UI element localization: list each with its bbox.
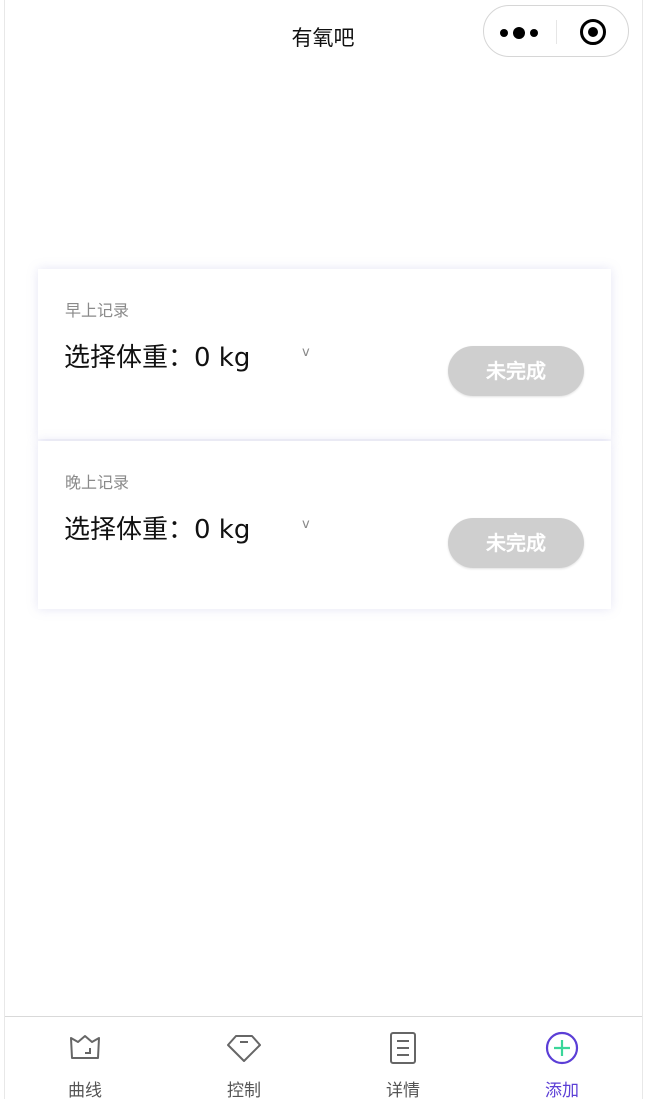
mini-program-capsule	[483, 5, 629, 57]
morning-record-card: 早上记录 选择体重：0 kg v 未完成	[38, 269, 611, 439]
plus-circle-icon	[545, 1031, 579, 1065]
nav-header: 有氧吧	[0, 0, 646, 76]
evening-weight-picker[interactable]: 选择体重：0 kg	[64, 509, 250, 546]
chevron-down-icon[interactable]: v	[302, 517, 310, 532]
morning-record-label: 早上记录	[65, 301, 130, 320]
frame-border-left	[4, 0, 5, 1099]
evening-record-card: 晚上记录 选择体重：0 kg v 未完成	[38, 441, 611, 609]
evening-record-label: 晚上记录	[65, 473, 130, 492]
document-icon	[390, 1032, 416, 1064]
morning-weight-picker[interactable]: 选择体重：0 kg	[64, 337, 250, 374]
tab-label: 曲线	[68, 1081, 102, 1101]
tab-add[interactable]: 添加	[482, 1017, 642, 1101]
curve-icon	[70, 1035, 100, 1059]
more-dots-icon[interactable]	[500, 27, 540, 39]
evening-status-button[interactable]: 未完成	[448, 518, 584, 568]
tab-curve[interactable]: 曲线	[5, 1017, 165, 1101]
frame-border-right	[642, 0, 643, 1099]
morning-status-button[interactable]: 未完成	[448, 346, 584, 396]
tab-label: 详情	[386, 1081, 420, 1101]
target-circle-icon[interactable]	[579, 18, 607, 46]
capsule-divider	[556, 20, 557, 44]
tab-details[interactable]: 详情	[323, 1017, 483, 1101]
diamond-icon	[227, 1035, 261, 1062]
tab-control[interactable]: 控制	[164, 1017, 324, 1101]
chevron-down-icon[interactable]: v	[302, 345, 310, 360]
tab-label: 添加	[545, 1081, 579, 1101]
bottom-tab-bar: 曲线 控制 详情 添加	[5, 1016, 642, 1101]
tab-label: 控制	[227, 1081, 261, 1101]
